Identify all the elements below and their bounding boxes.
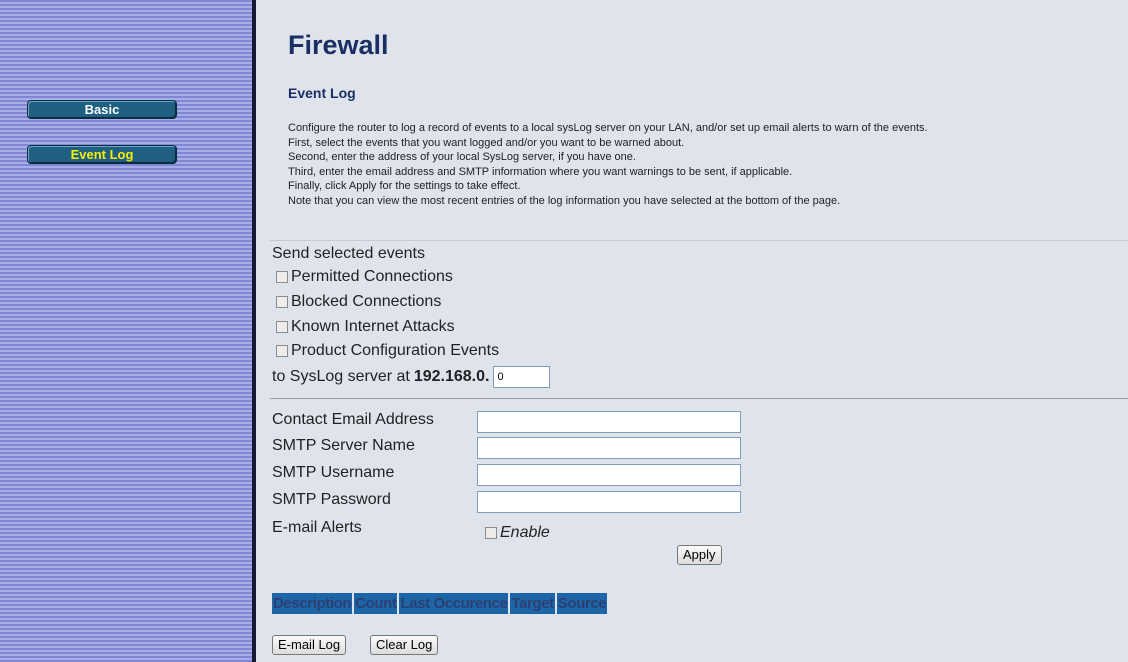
log-table-header-row: Description Count Last Occurence Target … <box>272 593 608 614</box>
syslog-octet-input[interactable] <box>493 366 551 388</box>
instruction-line: Note that you can view the most recent e… <box>288 194 841 207</box>
instruction-line: Finally, click Apply for the settings to… <box>288 180 521 193</box>
config-events-label: Product Configuration Events <box>291 342 500 359</box>
permitted-connections-label: Permitted Connections <box>291 268 453 285</box>
syslog-ip-prefix: 192.168.0. <box>413 368 490 385</box>
instructions: Configure the router to log a record of … <box>288 121 1128 209</box>
enable-alerts: Enable <box>485 524 550 542</box>
sidebar-item-event-log[interactable]: Event Log <box>27 145 177 164</box>
known-attacks-label: Known Internet Attacks <box>291 318 455 335</box>
email-alerts-label: E-mail Alerts <box>272 519 362 536</box>
divider <box>270 240 1128 241</box>
smtp-password-input[interactable] <box>477 491 741 513</box>
instruction-line: Third, enter the email address and SMTP … <box>288 165 793 178</box>
column-header-source: Source <box>556 593 608 614</box>
enable-alerts-label: Enable <box>500 524 550 541</box>
smtp-username-label: SMTP Username <box>272 464 395 481</box>
instruction-line: First, select the events that you want l… <box>288 136 685 149</box>
section-title: Event Log <box>288 85 356 101</box>
permitted-connections-checkbox[interactable] <box>276 271 288 283</box>
smtp-password-label: SMTP Password <box>272 491 391 508</box>
syslog-row: to SysLog server at 192.168.0. <box>272 366 551 388</box>
email-log-button[interactable]: E-mail Log <box>272 635 347 655</box>
known-attacks-checkbox[interactable] <box>276 321 288 333</box>
syslog-label: to SysLog server at <box>272 368 410 385</box>
main-content: Firewall Event Log Configure the router … <box>256 0 1128 662</box>
send-events-label: Send selected events <box>272 245 425 262</box>
event-option-blocked: Blocked Connections <box>276 292 441 312</box>
clear-log-button[interactable]: Clear Log <box>370 635 439 655</box>
sidebar-item-basic[interactable]: Basic <box>27 100 177 119</box>
column-header-target: Target <box>510 593 555 614</box>
column-header-last-occurence: Last Occurence <box>399 593 509 614</box>
apply-button[interactable]: Apply <box>677 545 722 565</box>
smtp-server-label: SMTP Server Name <box>272 437 415 454</box>
instruction-line: Configure the router to log a record of … <box>288 122 928 134</box>
contact-email-input[interactable] <box>477 411 741 433</box>
blocked-connections-label: Blocked Connections <box>291 293 442 310</box>
sidebar: Basic Event Log <box>0 0 252 662</box>
event-option-attacks: Known Internet Attacks <box>276 317 455 337</box>
event-option-config: Product Configuration Events <box>276 341 499 361</box>
column-header-count: Count <box>354 593 398 614</box>
enable-alerts-checkbox[interactable] <box>485 527 497 539</box>
divider <box>270 398 1128 399</box>
column-header-description: Description <box>272 593 353 614</box>
blocked-connections-checkbox[interactable] <box>276 296 288 308</box>
log-table: Description Count Last Occurence Target … <box>270 593 609 614</box>
smtp-server-input[interactable] <box>477 437 741 459</box>
config-events-checkbox[interactable] <box>276 345 288 357</box>
event-option-permitted: Permitted Connections <box>276 267 453 287</box>
smtp-username-input[interactable] <box>477 464 741 486</box>
page-title: Firewall <box>288 30 389 60</box>
instruction-line: Second, enter the address of your local … <box>288 151 636 164</box>
contact-email-label: Contact Email Address <box>272 411 434 428</box>
